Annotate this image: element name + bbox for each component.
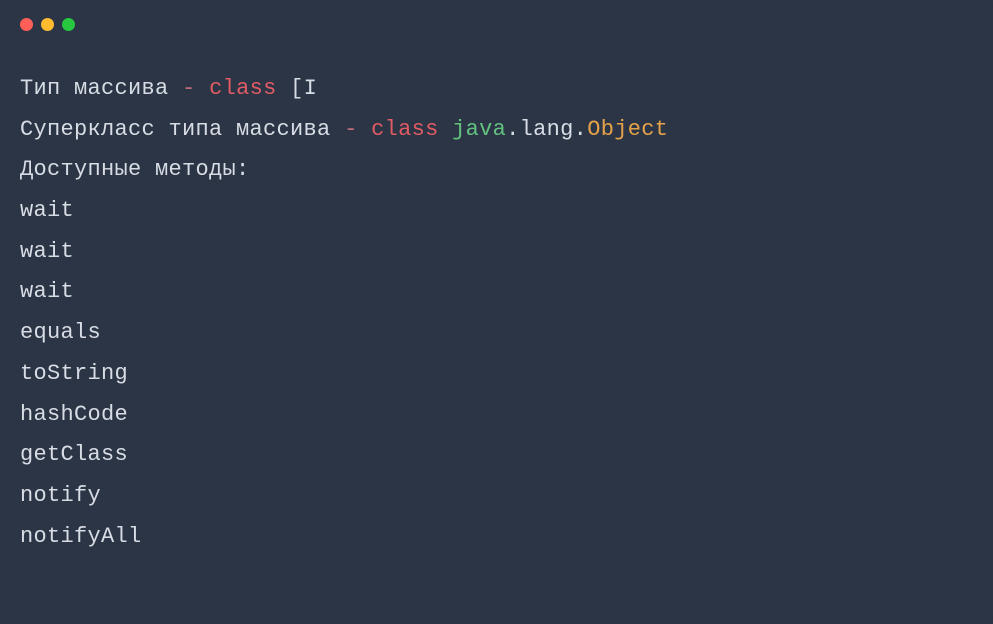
dot-token: . xyxy=(574,117,588,142)
text-segment: Суперкласс типа массива xyxy=(20,117,344,142)
method-line: notifyAll xyxy=(20,517,973,558)
method-name: wait xyxy=(20,279,74,304)
dash-token: - xyxy=(182,76,196,101)
method-line: getClass xyxy=(20,435,973,476)
output-line-1: Тип массива - class [I xyxy=(20,69,973,110)
method-name: notify xyxy=(20,483,101,508)
output-line-3: Доступные методы: xyxy=(20,150,973,191)
classname-token: Object xyxy=(587,117,668,142)
terminal-window: Тип массива - class [I Суперкласс типа м… xyxy=(0,0,993,624)
method-line: wait xyxy=(20,191,973,232)
method-line: equals xyxy=(20,313,973,354)
keyword-token: class xyxy=(371,117,439,142)
method-line: hashCode xyxy=(20,395,973,436)
package-token: java xyxy=(452,117,506,142)
keyword-token: class xyxy=(209,76,277,101)
method-line: wait xyxy=(20,232,973,273)
text-segment: Тип массива xyxy=(20,76,182,101)
terminal-output: Тип массива - class [I Суперкласс типа м… xyxy=(0,39,993,577)
method-name: notifyAll xyxy=(20,524,142,549)
method-name: getClass xyxy=(20,442,128,467)
text-segment: Доступные методы: xyxy=(20,157,250,182)
text-segment: [I xyxy=(277,76,318,101)
subpackage-token: lang xyxy=(520,117,574,142)
zoom-button[interactable] xyxy=(62,18,75,31)
method-name: wait xyxy=(20,198,74,223)
output-line-2: Суперкласс типа массива - class java.lan… xyxy=(20,110,973,151)
method-name: wait xyxy=(20,239,74,264)
window-titlebar xyxy=(0,0,993,39)
method-name: hashCode xyxy=(20,402,128,427)
method-name: toString xyxy=(20,361,128,386)
method-line: notify xyxy=(20,476,973,517)
dot-token: . xyxy=(506,117,520,142)
method-line: toString xyxy=(20,354,973,395)
method-line: wait xyxy=(20,272,973,313)
text-segment xyxy=(358,117,372,142)
dash-token: - xyxy=(344,117,358,142)
method-name: equals xyxy=(20,320,101,345)
minimize-button[interactable] xyxy=(41,18,54,31)
text-segment xyxy=(439,117,453,142)
close-button[interactable] xyxy=(20,18,33,31)
text-segment xyxy=(196,76,210,101)
